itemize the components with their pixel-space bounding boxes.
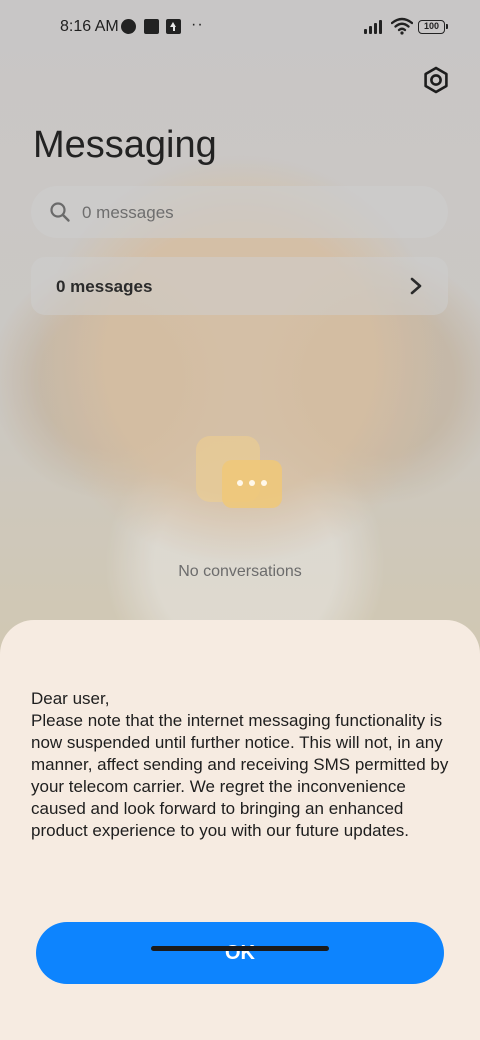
status-time: 8:16 AM (60, 18, 119, 35)
messages-card-label: 0 messages (56, 277, 153, 296)
more-dots-icon: ·· (191, 16, 204, 33)
search-placeholder: 0 messages (82, 203, 174, 222)
home-indicator[interactable] (151, 946, 329, 951)
signal-icon (364, 19, 386, 34)
notice-text: Dear user, Please note that the internet… (31, 688, 461, 842)
notice-greeting: Dear user, (31, 689, 110, 708)
empty-state-text: No conversations (178, 563, 302, 580)
ok-button[interactable]: OK (36, 922, 444, 984)
search-icon (50, 202, 70, 222)
status-bar: 8:16 AM ·· 100 (0, 0, 480, 56)
search-bar[interactable]: 0 messages (31, 186, 448, 238)
messaging-screen: 8:16 AM ·· 100 Messaging 0 messages 0 me… (0, 0, 480, 1040)
messages-card[interactable]: 0 messages (31, 257, 448, 315)
app-notification-icon (121, 19, 136, 34)
upload-icon (166, 19, 181, 34)
chevron-right-icon (410, 277, 422, 295)
chat-bubbles-icon (196, 436, 286, 516)
page-title: Messaging (33, 124, 217, 166)
settings-icon[interactable] (420, 64, 452, 96)
notice-bottom-sheet: Dear user, Please note that the internet… (0, 620, 480, 1040)
square-notification-icon (144, 19, 159, 34)
notice-message: Please note that the internet messaging … (31, 711, 449, 840)
wifi-icon (391, 17, 413, 35)
battery-icon: 100 (418, 20, 448, 34)
